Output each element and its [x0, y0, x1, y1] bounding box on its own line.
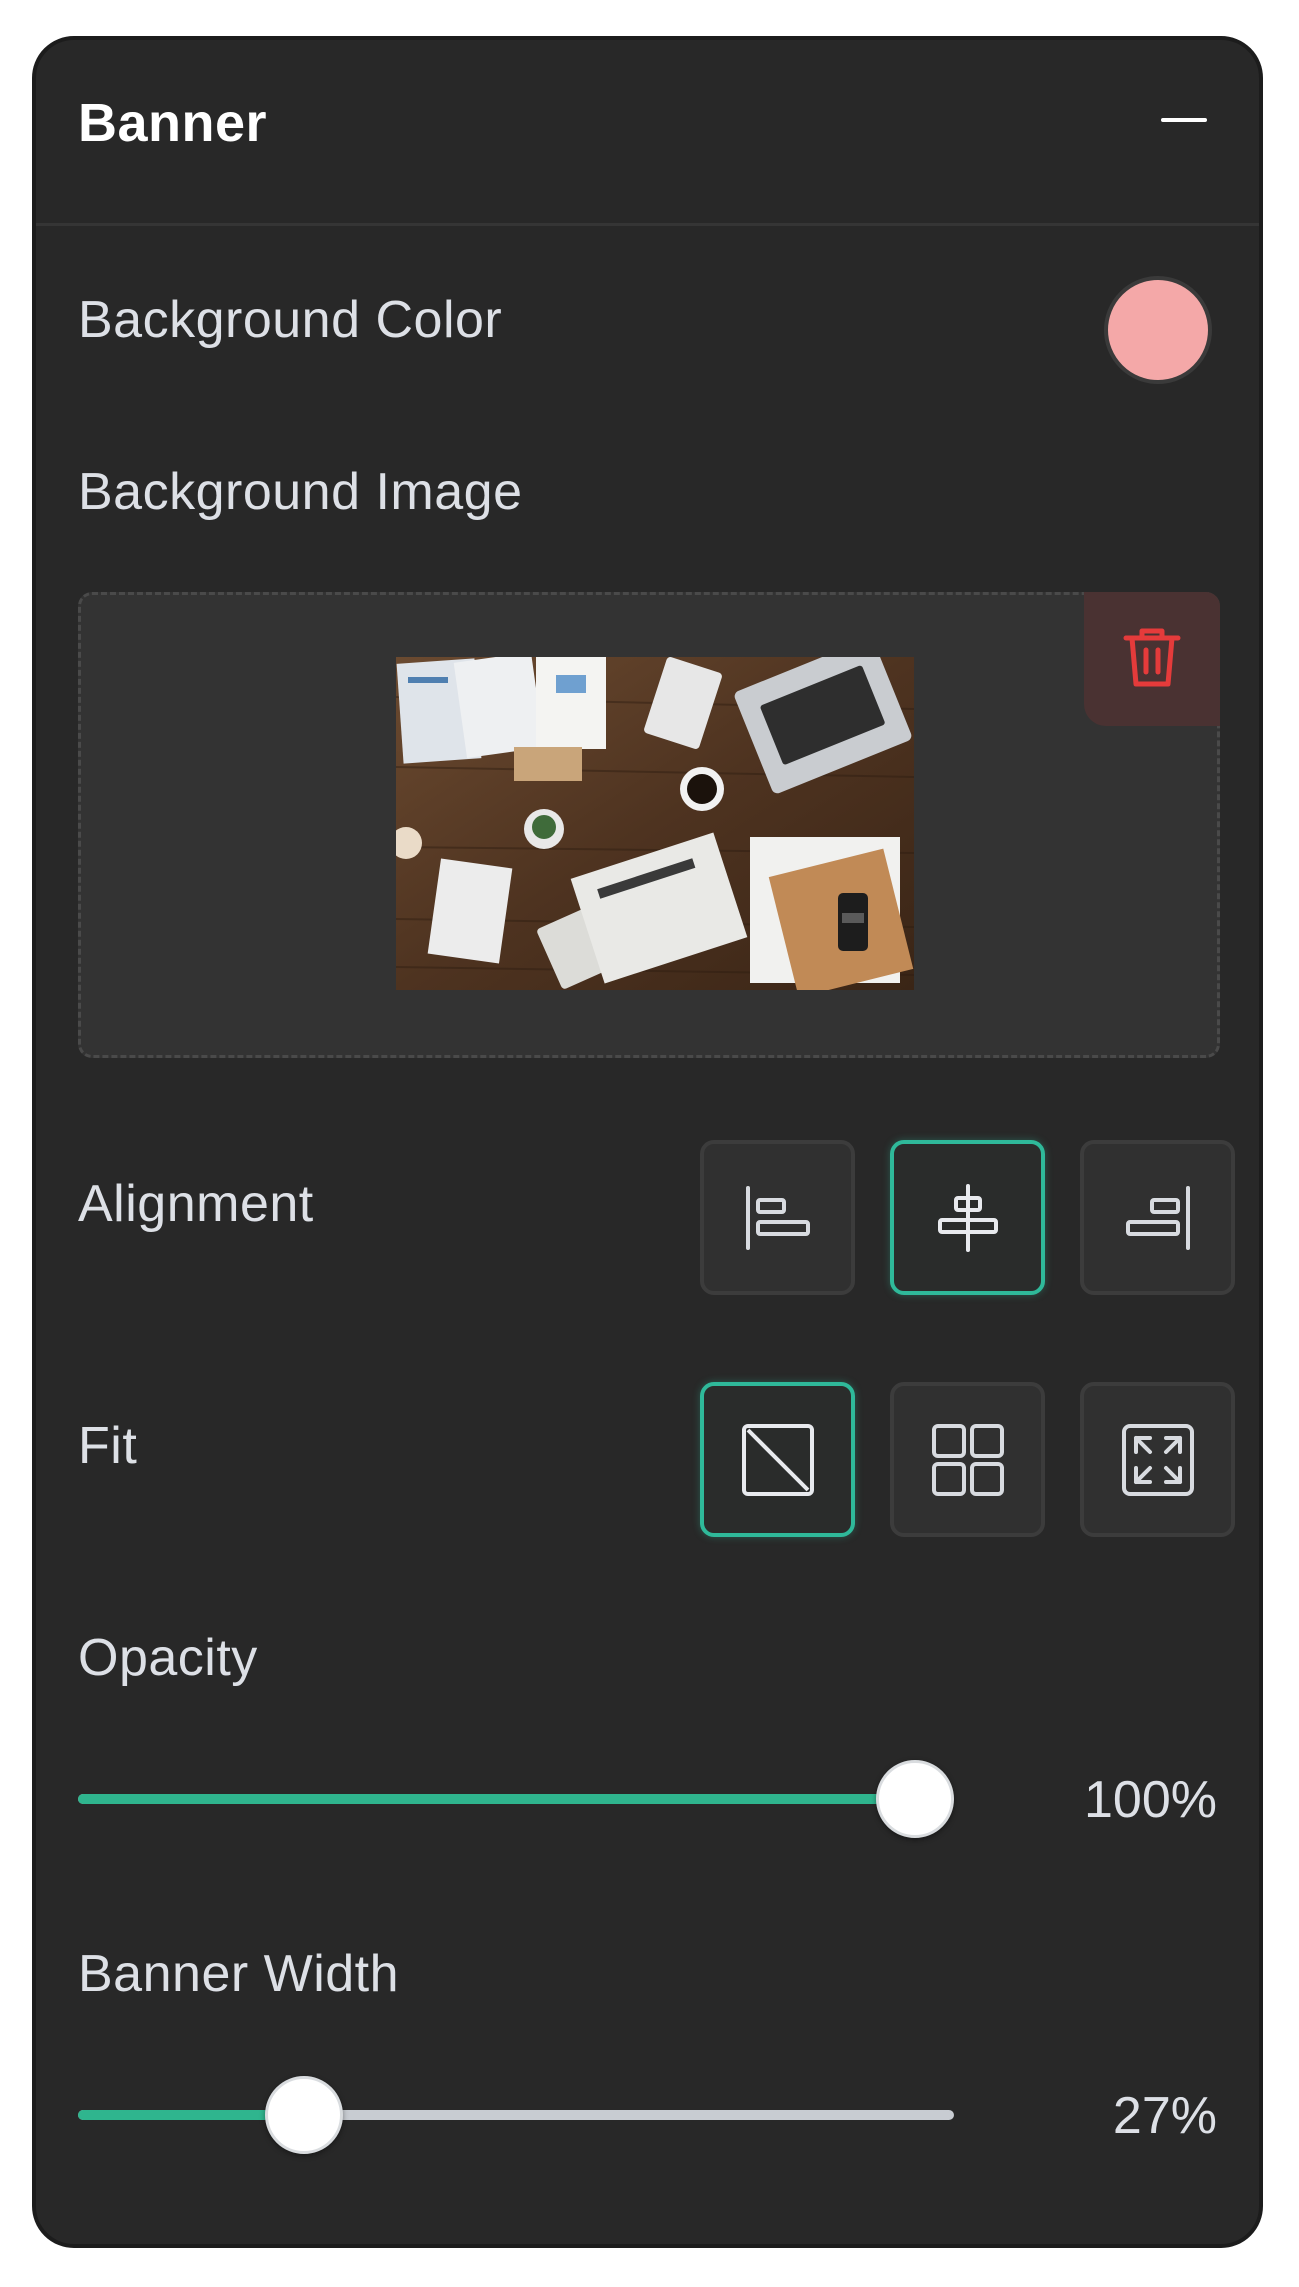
align-left-button[interactable]	[700, 1140, 855, 1295]
banner-width-slider[interactable]	[78, 2076, 954, 2156]
background-image-dropzone[interactable]	[78, 592, 1220, 1058]
align-center-icon	[938, 1184, 998, 1252]
fit-none-button[interactable]	[700, 1382, 855, 1537]
background-color-label: Background Color	[78, 291, 503, 349]
fit-tile-button[interactable]	[890, 1382, 1045, 1537]
background-image-label: Background Image	[78, 463, 523, 521]
background-image-preview	[396, 657, 914, 990]
align-left-icon	[746, 1186, 810, 1250]
opacity-slider-fill	[78, 1794, 915, 1804]
opacity-slider-thumb[interactable]	[875, 1760, 954, 1838]
desk-photo-image	[396, 657, 914, 990]
background-color-swatch[interactable]	[1104, 276, 1212, 384]
banner-width-value: 27%	[1112, 2087, 1217, 2145]
panel-title: Banner	[78, 93, 268, 153]
delete-image-button[interactable]	[1084, 592, 1220, 726]
align-right-button[interactable]	[1080, 1140, 1235, 1295]
fit-expand-icon	[1122, 1424, 1194, 1496]
opacity-label: Opacity	[78, 1629, 258, 1687]
fit-expand-button[interactable]	[1080, 1382, 1235, 1537]
fit-none-icon	[742, 1424, 814, 1496]
trash-icon	[1123, 628, 1181, 687]
panel-header: Banner	[36, 40, 1259, 226]
minus-icon	[1161, 118, 1207, 122]
collapse-button[interactable]	[1161, 100, 1207, 140]
fit-label: Fit	[78, 1417, 138, 1475]
fit-tile-icon	[932, 1424, 1004, 1496]
align-center-button[interactable]	[890, 1140, 1045, 1295]
align-right-icon	[1126, 1186, 1190, 1250]
opacity-slider[interactable]	[78, 1760, 954, 1840]
banner-width-slider-thumb[interactable]	[264, 2076, 343, 2154]
banner-width-label: Banner Width	[78, 1945, 400, 2003]
opacity-value: 100%	[1084, 1771, 1217, 1829]
banner-panel: Banner Background Color Background Image	[32, 36, 1263, 2248]
alignment-label: Alignment	[78, 1175, 314, 1233]
